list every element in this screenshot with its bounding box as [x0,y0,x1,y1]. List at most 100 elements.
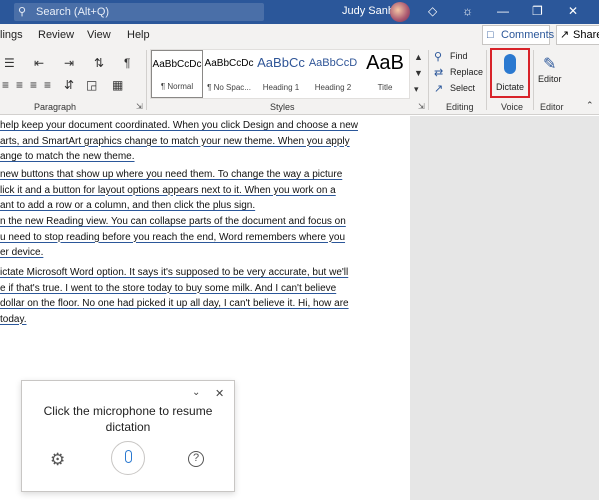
dictation-panel: ⌄ ✕ Click the microphone to resume dicta… [21,380,235,492]
menu-mailings[interactable]: lings [0,29,23,41]
find-label: Find [450,51,468,61]
text-line: ant to add a row or a column, and then c… [0,200,256,211]
minimize-icon[interactable]: — [497,4,509,18]
replace-button[interactable]: ⇄ Replace [432,67,484,79]
style-heading-1[interactable]: AaBbCc Heading 1 [255,50,307,98]
increase-indent-icon[interactable]: ⇥ [64,56,74,70]
text-line: ange to match the new theme. [0,151,135,162]
align-right-icon[interactable]: ≡ [30,78,37,92]
show-marks-icon[interactable]: ¶ [124,56,130,70]
editor-label: Editor [538,74,562,84]
lightbulb-icon[interactable]: ☼ [462,4,473,18]
numbering-icon[interactable]: ☰ [4,56,15,70]
page-margin-area [410,116,599,500]
shading-icon[interactable]: ◲ [86,78,97,92]
style-title[interactable]: AaB Title [359,50,411,98]
styles-launcher-icon[interactable]: ⇲ [418,102,425,111]
align-center-icon[interactable]: ≡ [16,78,23,92]
borders-icon[interactable]: ▦ [112,78,123,92]
style-name: Title [377,83,393,92]
menu-help[interactable]: Help [127,29,150,41]
divider [146,50,147,110]
paragraph-group-label: Paragraph [34,102,77,112]
text-line: n the new Reading view. You can collapse… [0,216,346,227]
divider [486,50,487,110]
divider [533,50,534,110]
styles-scroll-down-icon[interactable]: ▼ [414,68,423,78]
paragraph: new buttons that show up where you need … [0,167,345,214]
text-line: er device. [0,247,44,258]
styles-scroll-up-icon[interactable]: ▲ [414,52,423,62]
find-icon: ⚲ [434,51,443,63]
style-preview: AaBbCc [257,55,305,70]
text-line: help keep your document coordinated. Whe… [0,120,358,131]
gear-icon[interactable]: ⚙ [50,450,65,470]
dictation-message: Click the microphone to resume dictation [43,404,213,434]
collapse-ribbon-icon[interactable]: ⌃ [586,100,594,111]
avatar[interactable] [390,2,410,22]
text-line: e if that's true. I went to the store to… [0,282,337,294]
text-line: today. [0,313,27,325]
style-normal[interactable]: AaBbCcDc ¶ Normal [151,50,203,98]
diamond-icon[interactable]: ◇ [428,4,437,18]
replace-label: Replace [450,67,484,77]
text-line: u need to stop reading before you reach … [0,231,346,243]
select-label: Select [450,83,476,93]
comments-button[interactable]: □ Comments [482,25,554,45]
select-icon: ↗ [434,83,444,95]
style-name: ¶ No Spac... [207,83,251,92]
select-button[interactable]: ↗ Select [432,83,476,95]
style-name: Heading 1 [262,83,300,92]
justify-icon[interactable]: ≡ [44,78,51,92]
editor-icon: ✎ [543,56,557,73]
style-heading-2[interactable]: AaBbCcD Heading 2 [307,50,359,98]
style-preview: AaBbCcDc [204,58,254,69]
share-icon: ↗ [560,29,570,41]
find-button[interactable]: ⚲ Find [432,51,468,63]
style-name: ¶ Normal [160,82,194,91]
decrease-indent-icon[interactable]: ⇤ [34,56,44,70]
text-line: dollar on the floor. No one had picked i… [0,298,349,309]
paragraph: help keep your document coordinated. Whe… [0,118,358,165]
text-line: arts, and SmartArt graphics change to ma… [0,135,350,147]
align-left-icon[interactable]: ≡ [2,78,9,92]
title-bar: ⚲ Search (Alt+Q) Judy Sanhz ◇ ☼ — ❐ ✕ [0,0,599,24]
search-placeholder: Search (Alt+Q) [36,6,110,18]
paragraph: ictate Microsoft Word option. It says it… [0,265,349,327]
editor-group-label: Editor [540,102,564,112]
microphone-button[interactable] [111,441,145,475]
style-preview: AaBbCcDc [152,59,202,70]
style-no-spacing[interactable]: AaBbCcDc ¶ No Spac... [203,50,255,98]
style-name: Heading 2 [314,83,352,92]
comment-icon: □ [487,29,494,41]
close-icon[interactable]: ✕ [568,4,578,18]
paragraph: n the new Reading view. You can collapse… [0,214,346,261]
share-label: Share [573,29,599,41]
close-icon[interactable]: ✕ [215,387,224,400]
styles-more-icon[interactable]: ▾ [414,84,419,95]
text-line: lick it and a button for layout options … [0,184,336,196]
sort-icon[interactable]: ⇅ [94,56,104,70]
dictate-button[interactable]: Dictate [490,48,530,98]
microphone-icon [504,54,516,74]
voice-group-label: Voice [501,102,524,112]
comments-label: Comments [501,29,555,41]
menu-review[interactable]: Review [38,29,74,41]
dictate-label: Dictate [495,82,524,92]
styles-group-label: Styles [270,102,295,112]
styles-gallery: AaBbCcDc ¶ Normal AaBbCcDc ¶ No Spac... … [150,49,410,99]
help-icon[interactable]: ? [188,451,204,467]
paragraph-launcher-icon[interactable]: ⇲ [136,102,143,111]
text-line: ictate Microsoft Word option. It says it… [0,267,349,278]
menu-view[interactable]: View [87,29,111,41]
divider [428,50,429,110]
restore-icon[interactable]: ❐ [532,4,543,18]
chevron-down-icon[interactable]: ⌄ [192,387,200,398]
microphone-icon [125,450,132,463]
editing-group-label: Editing [446,102,474,112]
replace-icon: ⇄ [434,67,444,79]
text-line: new buttons that show up where you need … [0,169,343,180]
search-box[interactable]: ⚲ Search (Alt+Q) [14,3,264,21]
line-spacing-icon[interactable]: ⇵ [64,78,74,92]
share-button[interactable]: ↗ Share [556,25,599,45]
